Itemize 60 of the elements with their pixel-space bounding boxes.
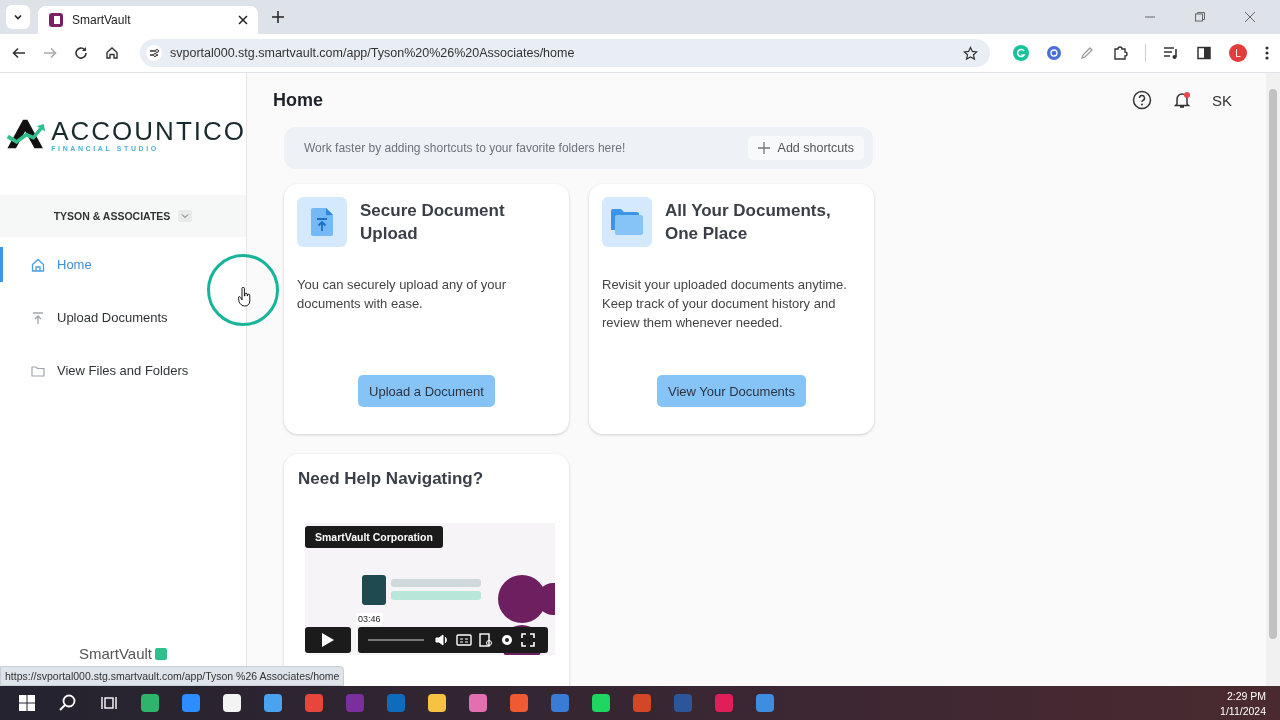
- vault-icon: [155, 647, 168, 660]
- help-icon[interactable]: [1132, 90, 1152, 110]
- footer-logo-text: SmartVault: [78, 645, 153, 662]
- page-title: Home: [273, 89, 323, 111]
- extension-icon[interactable]: [1046, 45, 1062, 61]
- puzzle-icon[interactable]: [1112, 45, 1128, 61]
- folder-icon: [31, 363, 45, 378]
- fullscreen-icon[interactable]: [521, 633, 535, 647]
- card-description: You can securely upload any of your documents with ease.: [297, 276, 508, 313]
- close-icon[interactable]: [238, 15, 248, 25]
- address-bar[interactable]: svportal000.stg.smartvault.com/app/Tyson%20%26%20Associates/home: [140, 39, 990, 67]
- clock-time[interactable]: 2:29 PM: [1226, 689, 1266, 702]
- caret-icon: [181, 213, 190, 219]
- play-button[interactable]: [305, 627, 351, 653]
- captions-icon[interactable]: [456, 634, 472, 646]
- notification-bell-icon[interactable]: [1172, 90, 1192, 110]
- folder-icon: [611, 208, 643, 236]
- card-title: Secure Document Upload: [360, 200, 506, 245]
- video-duration: 03:46: [356, 613, 383, 625]
- play-icon: [321, 632, 335, 648]
- transcript-icon[interactable]: [479, 633, 493, 647]
- plus-icon: [757, 142, 770, 154]
- new-tab-icon[interactable]: [272, 11, 284, 23]
- tab-title: SmartVault: [72, 13, 132, 27]
- nav-item[interactable]: Upload Documents: [0, 300, 246, 335]
- url-text: svportal000.stg.smartvault.com/app/Tyson%20%26%20Associates/home: [170, 46, 576, 60]
- card-action-button[interactable]: Upload a Document: [358, 375, 495, 407]
- reload-icon[interactable]: [74, 46, 88, 60]
- add-shortcuts-button[interactable]: Add shortcuts: [747, 136, 864, 160]
- upload-icon: [31, 310, 45, 325]
- media-icon[interactable]: [1163, 45, 1179, 61]
- tab-search-button[interactable]: [6, 5, 30, 29]
- logo-name: ACCOUNTICO: [51, 116, 246, 145]
- restore-icon[interactable]: [1194, 11, 1206, 23]
- shortcuts-hint: Work faster by adding shortcuts to your favorite folders here!: [304, 141, 626, 155]
- card-description: Revisit your uploaded documents anytime. Keep track of your document history and review them whenever needed.: [602, 276, 848, 332]
- help-title: Need Help Navigating?: [298, 468, 485, 490]
- home-icon: [31, 257, 45, 272]
- vault-icon: [48, 12, 64, 28]
- status-url: https://svportal000.stg.smartvault.com/app/Tyson %26 Associates/home: [0, 666, 345, 686]
- settings-icon[interactable]: [500, 633, 514, 647]
- user-initials[interactable]: SK: [1212, 91, 1232, 109]
- card-title: All Your Documents, One Place: [665, 200, 832, 245]
- pencil-icon[interactable]: [1079, 45, 1095, 61]
- video-channel-label[interactable]: SmartVault Corporation: [305, 526, 443, 548]
- side-panel-icon[interactable]: [1196, 45, 1212, 61]
- volume-icon[interactable]: [435, 633, 449, 647]
- site-settings-icon[interactable]: [146, 45, 162, 61]
- scrollbar[interactable]: [1266, 73, 1280, 686]
- back-icon[interactable]: [12, 46, 26, 60]
- organization-name: TYSON & ASSOCIATES: [53, 210, 171, 222]
- nav-item[interactable]: View Files and Folders: [0, 353, 246, 388]
- browser-tab[interactable]: SmartVault: [38, 6, 258, 34]
- star-icon[interactable]: [963, 45, 978, 61]
- card-action-button[interactable]: View Your Documents: [657, 375, 806, 407]
- profile-avatar[interactable]: L: [1229, 44, 1247, 62]
- home-icon[interactable]: [105, 46, 119, 60]
- more-icon[interactable]: [1264, 45, 1270, 61]
- clock-date[interactable]: 1/11/2024: [1220, 704, 1266, 717]
- file-upload-icon: [311, 208, 333, 236]
